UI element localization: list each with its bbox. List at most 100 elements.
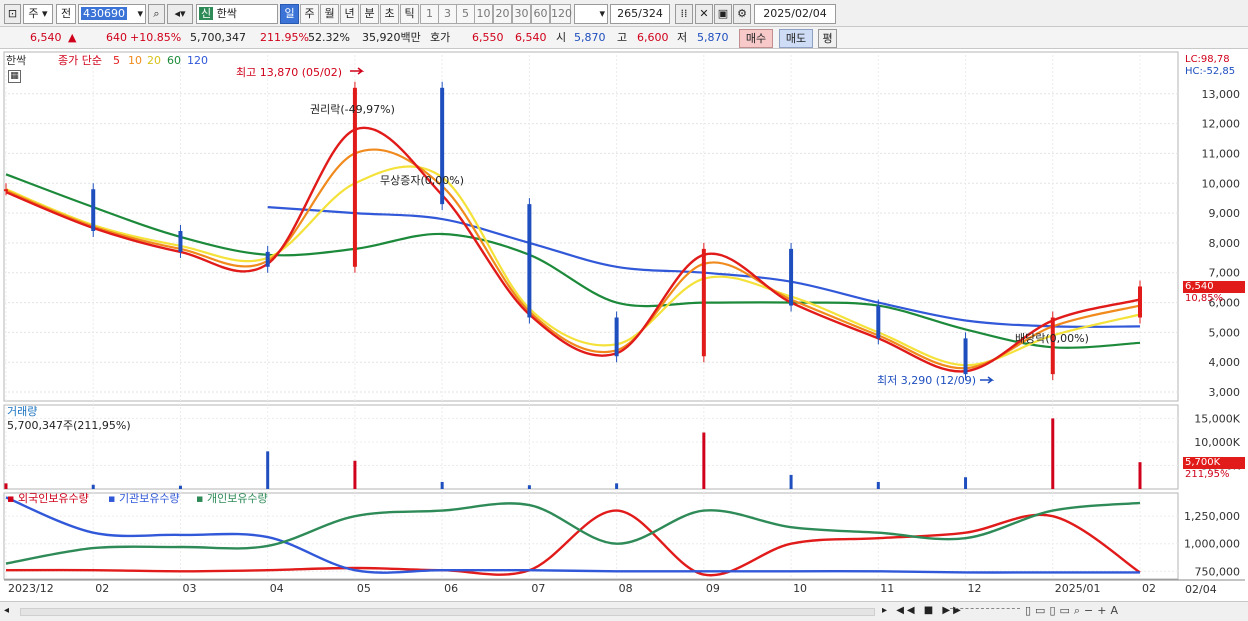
date-field[interactable]: 2025/02/04 [754, 4, 836, 24]
bonus-annotation: 무상증자(0,00%) [380, 174, 465, 187]
volume-bar [91, 484, 95, 489]
timeframe-minute[interactable]: 분 [360, 4, 379, 24]
price-tick-label: 8,000 [1209, 237, 1241, 250]
interval-60[interactable]: 60 [531, 4, 550, 24]
interval-custom-select[interactable]: ▾ [574, 4, 608, 24]
gear-icon[interactable]: ⚙ [733, 4, 751, 24]
trade-amount: 35,920백만 [362, 31, 421, 44]
x-tick-label: 05 [357, 582, 371, 595]
timeframe-day[interactable]: 일 [280, 4, 299, 24]
high-annotation: 최고 13,870 (05/02) [236, 66, 343, 79]
scrollbar-track[interactable] [20, 608, 875, 616]
volume-title: 거래량 [7, 405, 38, 418]
x-tick-label: 12 [968, 582, 982, 595]
stock-name-field[interactable]: 신 한싹 [196, 4, 278, 24]
candle-body [614, 317, 619, 357]
ask-label: 호가 [430, 31, 451, 44]
zoom-tools[interactable]: ▯▭▯▭⌕−+A [1025, 604, 1122, 618]
chevron-down-icon: ▾ [137, 7, 143, 20]
legend-institution-label: 기관보유수량 [118, 492, 180, 505]
ma-legend-prefix: 종가 단순 [58, 54, 102, 67]
interval-120[interactable]: 120 [550, 4, 572, 24]
high-price: 6,600 [637, 31, 669, 44]
high-label: 고 [617, 31, 628, 44]
volume-info: 5,700,347주(211,95%) [7, 419, 131, 432]
ma-legend-10: 10 [128, 54, 142, 67]
volume-bar [353, 460, 357, 489]
chart-menu-icon[interactable]: ⊡ [4, 4, 21, 24]
timeframe-year[interactable]: 년 [340, 4, 359, 24]
holding-tick-label: 750,000 [1195, 565, 1241, 578]
legend-foreign-label: 외국인보유수량 [17, 492, 89, 505]
price-change-pct: +10.85% [130, 31, 182, 44]
timeframe-second[interactable]: 초 [380, 4, 399, 24]
timeframe-month[interactable]: 월 [320, 4, 339, 24]
ma-legend-20: 20 [147, 54, 161, 67]
turnover-rate: 52.32% [308, 31, 350, 44]
low-price: 5,870 [697, 31, 729, 44]
stock-code-input[interactable]: 430690 ▾ [78, 4, 146, 24]
legend-institution: ▪ 기관보유수량 [108, 492, 180, 505]
sell-button[interactable]: 매도 [779, 29, 813, 48]
x-tick-label: 2023/12 [8, 582, 54, 595]
x-tick-label: 10 [793, 582, 807, 595]
legend-individual: ▪ 개인보유수량 [196, 492, 268, 505]
chevron-down-icon: ▾ [599, 7, 605, 20]
candle-body [178, 230, 183, 252]
volume-bar [789, 474, 793, 489]
holding-tick-label: 1,250,000 [1184, 510, 1240, 523]
holding-tick-label: 1,000,000 [1184, 538, 1240, 551]
current-price: 6,540 [30, 31, 62, 44]
interval-20[interactable]: 20 [493, 4, 512, 24]
x-tick-label: 04 [270, 582, 284, 595]
quote-bar: 6,540 ▲ 640 +10.85% 5,700,347 211.95% 52… [0, 27, 1248, 49]
x-tick-label: 02 [95, 582, 109, 595]
volume-tick-label: 10,000K [1194, 436, 1240, 449]
sound-icon[interactable]: ◂▾ [167, 4, 193, 24]
grid-icon[interactable]: ⁞⁞ [675, 4, 693, 24]
ma-legend-60: 60 [167, 54, 181, 67]
range-slider[interactable] [950, 608, 1020, 616]
save-icon[interactable]: ▣ [714, 4, 732, 24]
buy-button[interactable]: 매수 [739, 29, 773, 48]
market-select[interactable]: 주 ▾ [23, 4, 53, 24]
volume-bar [178, 485, 182, 489]
candle-body [701, 248, 706, 357]
rights-annotation: 권리락(-49,97%) [310, 103, 395, 116]
interval-5[interactable]: 5 [456, 4, 475, 24]
legend-individual-label: 개인보유수량 [206, 492, 268, 505]
candle-body [1050, 317, 1055, 375]
interval-10[interactable]: 10 [474, 4, 493, 24]
ask-price-2: 6,540 [515, 31, 547, 44]
x-tick-label: 06 [444, 582, 458, 595]
volume-bar [964, 477, 968, 489]
scroll-left-icon[interactable]: ◂ [4, 605, 9, 616]
timeframe-tick[interactable]: 틱 [400, 4, 419, 24]
open-label: 시 [556, 31, 567, 44]
scope-select[interactable]: 전 [56, 4, 76, 24]
evaluate-button[interactable]: 평 [818, 29, 837, 48]
price-tick-label: 12,000 [1202, 118, 1241, 131]
price-tick-label: 4,000 [1209, 356, 1241, 369]
interval-30[interactable]: 30 [512, 4, 531, 24]
volume-value: 5,700,347 [190, 31, 246, 44]
interval-1[interactable]: 1 [420, 4, 439, 24]
search-icon[interactable]: ⌕ [148, 4, 165, 24]
table-icon[interactable]: ▦ [8, 70, 21, 83]
price-tick-label: 13,000 [1202, 88, 1241, 101]
x-tick-label: 08 [619, 582, 633, 595]
bottom-controls: ◂ ▸ ◀◀ ■ ▶▶ ▯▭▯▭⌕−+A [0, 601, 1248, 621]
crosshair-icon[interactable]: ✕ [695, 4, 713, 24]
x-tick-label: 03 [182, 582, 196, 595]
x-tick-label: 09 [706, 582, 720, 595]
x-axis-right-label: 02/04 [1185, 583, 1217, 596]
ma-legend-120: 120 [187, 54, 208, 67]
candle-body [527, 204, 532, 318]
count-field[interactable]: 265/324 [610, 4, 670, 24]
lc-value: LC:98,78 [1185, 54, 1230, 65]
volume-bar [702, 432, 706, 489]
interval-3[interactable]: 3 [438, 4, 457, 24]
panel-stock-name: 한싹 [6, 54, 26, 67]
timeframe-week[interactable]: 주 [300, 4, 319, 24]
market-value: 주 [28, 7, 39, 20]
